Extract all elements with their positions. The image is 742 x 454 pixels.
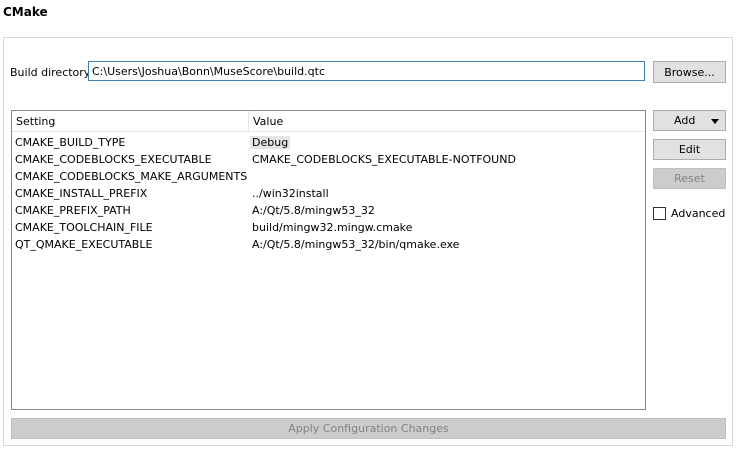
column-header-setting[interactable]: Setting <box>16 115 55 128</box>
table-row[interactable]: CMAKE_CODEBLOCKS_MAKE_ARGUMENTS <box>12 168 645 185</box>
dropdown-arrow-icon <box>711 119 719 124</box>
browse-button[interactable]: Browse... <box>653 61 726 83</box>
setting-key: QT_QMAKE_EXECUTABLE <box>15 238 153 251</box>
add-button[interactable]: Add <box>653 110 726 131</box>
setting-key: CMAKE_INSTALL_PREFIX <box>15 187 148 200</box>
column-header-value[interactable]: Value <box>253 115 283 128</box>
apply-configuration-button[interactable]: Apply Configuration Changes <box>11 418 726 439</box>
settings-table[interactable]: Setting Value CMAKE_BUILD_TYPE Debug CMA… <box>11 110 646 410</box>
table-row[interactable]: CMAKE_BUILD_TYPE Debug <box>12 134 645 151</box>
advanced-label: Advanced <box>671 207 726 220</box>
table-header: Setting Value <box>12 111 645 132</box>
section-title: CMake <box>3 5 48 19</box>
table-row[interactable]: CMAKE_CODEBLOCKS_EXECUTABLE CMAKE_CODEBL… <box>12 151 645 168</box>
setting-key: CMAKE_BUILD_TYPE <box>15 136 126 149</box>
setting-value[interactable]: CMAKE_CODEBLOCKS_EXECUTABLE-NOTFOUND <box>252 153 516 166</box>
column-separator[interactable] <box>248 111 249 131</box>
build-directory-label: Build directory: <box>10 66 94 79</box>
edit-button[interactable]: Edit <box>653 139 726 160</box>
setting-key: CMAKE_CODEBLOCKS_MAKE_ARGUMENTS <box>15 170 248 183</box>
advanced-checkbox[interactable]: Advanced <box>653 207 725 220</box>
setting-value[interactable]: A:/Qt/5.8/mingw53_32 <box>252 204 375 217</box>
table-row[interactable]: QT_QMAKE_EXECUTABLE A:/Qt/5.8/mingw53_32… <box>12 236 645 253</box>
setting-key: CMAKE_TOOLCHAIN_FILE <box>15 221 153 234</box>
setting-key: CMAKE_CODEBLOCKS_EXECUTABLE <box>15 153 212 166</box>
setting-key: CMAKE_PREFIX_PATH <box>15 204 131 217</box>
build-directory-input[interactable] <box>88 61 645 81</box>
checkbox-icon[interactable] <box>653 207 666 220</box>
setting-value[interactable]: build/mingw32.mingw.cmake <box>252 221 412 234</box>
add-button-label: Add <box>674 114 696 127</box>
reset-button[interactable]: Reset <box>653 168 726 189</box>
setting-value[interactable]: ../win32install <box>252 187 329 200</box>
setting-value[interactable]: A:/Qt/5.8/mingw53_32/bin/qmake.exe <box>252 238 459 251</box>
table-row[interactable]: CMAKE_PREFIX_PATH A:/Qt/5.8/mingw53_32 <box>12 202 645 219</box>
setting-value[interactable]: Debug <box>250 136 291 149</box>
table-row[interactable]: CMAKE_INSTALL_PREFIX ../win32install <box>12 185 645 202</box>
table-row[interactable]: CMAKE_TOOLCHAIN_FILE build/mingw32.mingw… <box>12 219 645 236</box>
